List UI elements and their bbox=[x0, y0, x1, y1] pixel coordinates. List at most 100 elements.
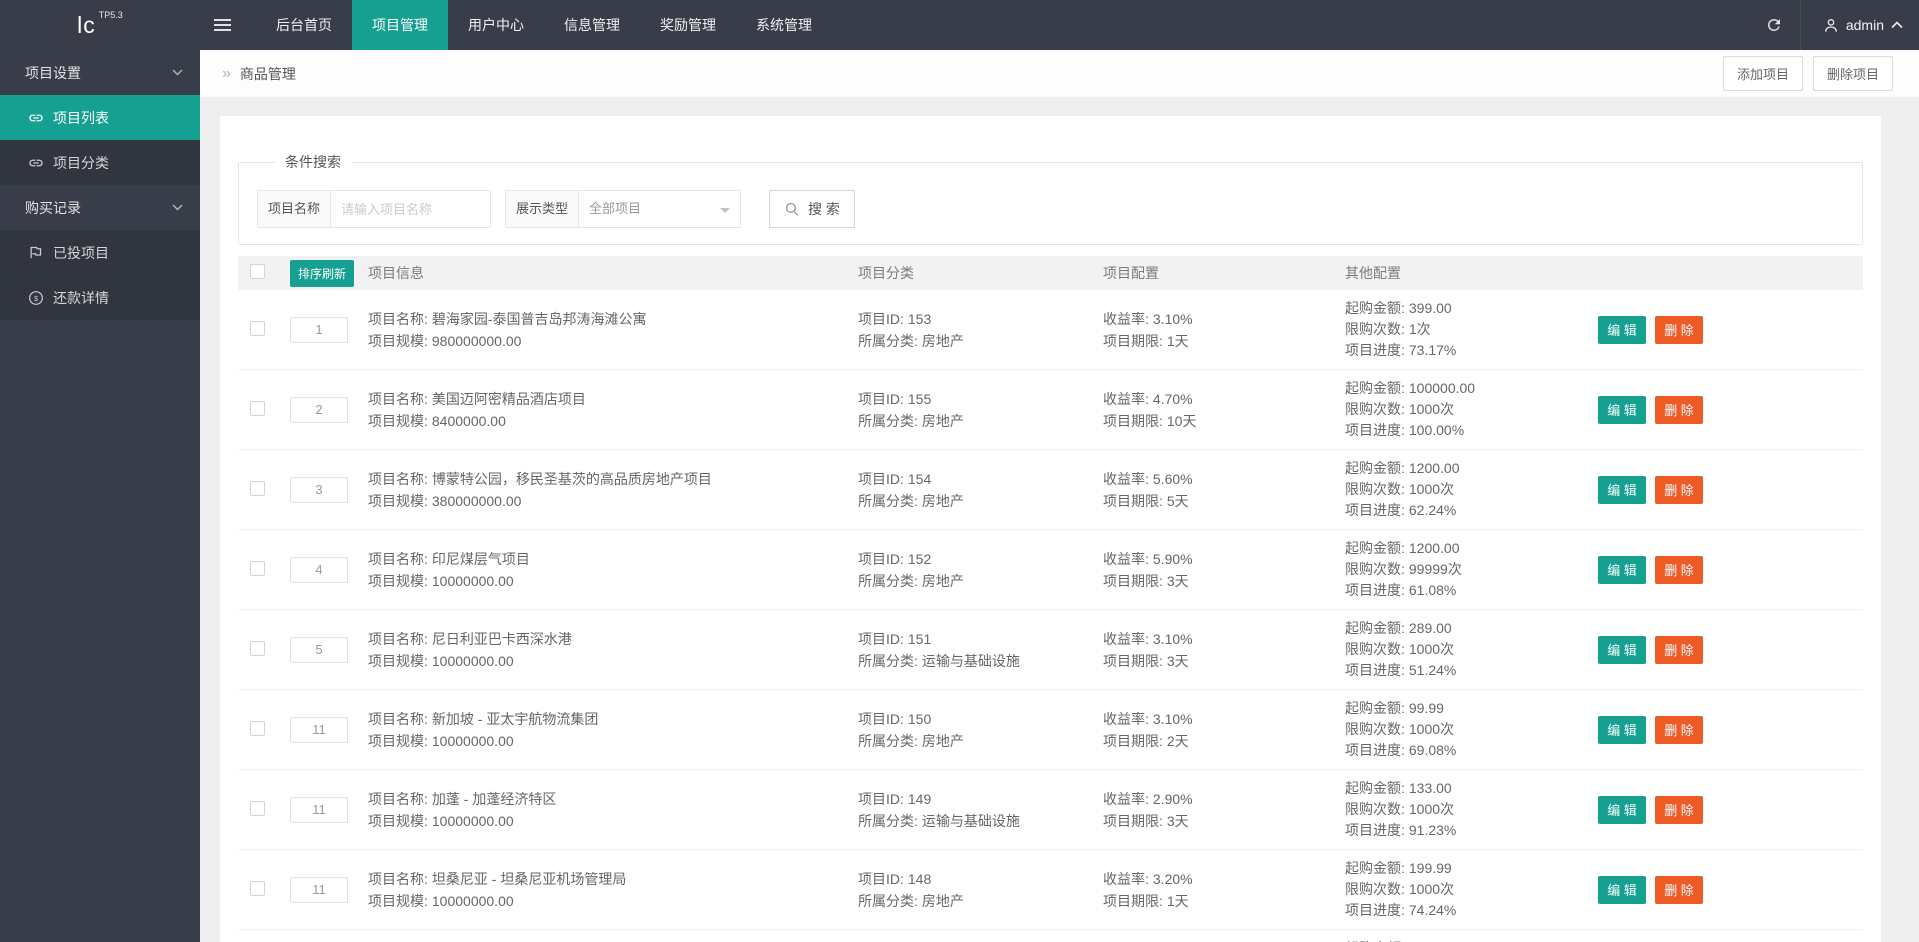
delete-project-button[interactable]: 删除项目 bbox=[1812, 56, 1893, 91]
dollar-circle-icon: $ bbox=[27, 289, 44, 306]
row-checkbox[interactable] bbox=[250, 880, 265, 896]
progress-label: 项目进度: bbox=[1345, 742, 1405, 758]
delete-button[interactable]: 删 除 bbox=[1655, 395, 1703, 424]
rate-value: 4.70% bbox=[1152, 390, 1193, 407]
edit-button[interactable]: 编 辑 bbox=[1598, 555, 1646, 584]
min-amount-label: 起购金额: bbox=[1345, 620, 1405, 636]
project-scale-label: 项目规模: bbox=[368, 652, 428, 669]
edit-button[interactable]: 编 辑 bbox=[1598, 475, 1646, 504]
table-body: 1 项目名称: 碧海家园-泰国普吉岛邦涛海滩公寓 项目规模: 980000000.0… bbox=[238, 290, 1863, 942]
project-category-cell: 项目ID: 155 所属分类: 房地产 bbox=[848, 388, 1093, 432]
row-actions: 编 辑 删 除 bbox=[1580, 875, 1863, 904]
sidebar-item-label: 项目列表 bbox=[53, 109, 109, 126]
row-checkbox[interactable] bbox=[250, 480, 265, 496]
sort-order-input[interactable]: 3 bbox=[290, 476, 348, 503]
nav-item-project-management[interactable]: 项目管理 bbox=[352, 0, 448, 50]
search-button[interactable]: 搜 索 bbox=[769, 190, 855, 228]
delete-button[interactable]: 删 除 bbox=[1655, 715, 1703, 744]
sidebar-group-purchase-records[interactable]: 购买记录 bbox=[0, 185, 200, 230]
sort-order-input[interactable]: 1 bbox=[290, 316, 348, 343]
row-checkbox[interactable] bbox=[250, 560, 265, 576]
row-checkbox[interactable] bbox=[250, 400, 265, 416]
rate-label: 收益率: bbox=[1103, 870, 1149, 887]
row-checkbox[interactable] bbox=[250, 640, 265, 656]
project-name-value: 加蓬 - 加蓬经济特区 bbox=[431, 790, 557, 807]
project-category-value: 房地产 bbox=[921, 572, 964, 589]
username: admin bbox=[1845, 17, 1884, 33]
project-name-input[interactable] bbox=[331, 190, 492, 228]
progress-label: 项目进度: bbox=[1345, 342, 1405, 358]
nav-item-reward-management[interactable]: 奖励管理 bbox=[640, 0, 736, 50]
min-amount-label: 起购金额: bbox=[1345, 700, 1405, 716]
user-menu[interactable]: admin bbox=[1801, 17, 1919, 33]
sort-order-input[interactable]: 11 bbox=[290, 716, 348, 743]
refresh-button[interactable] bbox=[1748, 0, 1800, 50]
min-amount-label: 起购金额: bbox=[1345, 780, 1405, 796]
delete-button[interactable]: 删 除 bbox=[1655, 795, 1703, 824]
refresh-icon bbox=[1767, 19, 1780, 31]
delete-button[interactable]: 删 除 bbox=[1655, 875, 1703, 904]
nav-item-system-management[interactable]: 系统管理 bbox=[736, 0, 832, 50]
delete-button[interactable]: 删 除 bbox=[1655, 555, 1703, 584]
other-config-cell: 起购金额: 133.00 限购次数: 1000次 项目进度: 91.23% bbox=[1335, 778, 1580, 841]
row-checkbox[interactable] bbox=[250, 320, 265, 336]
sidebar-item-repayment-details[interactable]: $ 还款详情 bbox=[0, 275, 200, 320]
project-category-cell: 项目ID: 152 所属分类: 房地产 bbox=[848, 548, 1093, 592]
sidebar-item-project-category[interactable]: 项目分类 bbox=[0, 140, 200, 185]
edit-button[interactable]: 编 辑 bbox=[1598, 795, 1646, 824]
project-scale-label: 项目规模: bbox=[368, 892, 428, 909]
project-scale-value: 8400000.00 bbox=[431, 412, 506, 429]
logo-text: lc bbox=[77, 11, 96, 38]
sort-refresh-button[interactable]: 排序刷新 bbox=[290, 259, 355, 287]
nav-item-info-management[interactable]: 信息管理 bbox=[544, 0, 640, 50]
rate-label: 收益率: bbox=[1103, 630, 1149, 647]
link-icon bbox=[27, 154, 44, 171]
edit-button[interactable]: 编 辑 bbox=[1598, 715, 1646, 744]
sidebar-item-project-list[interactable]: 项目列表 bbox=[0, 95, 200, 140]
table-row: 1 项目名称: 碧海家园-泰国普吉岛邦涛海滩公寓 项目规模: 980000000.0… bbox=[238, 290, 1863, 370]
sort-order-input[interactable]: 2 bbox=[290, 396, 348, 423]
nav-item-user-center[interactable]: 用户中心 bbox=[448, 0, 544, 50]
project-scale-value: 380000000.00 bbox=[431, 492, 522, 509]
row-checkbox[interactable] bbox=[250, 720, 265, 736]
project-name-value: 美国迈阿密精品酒店项目 bbox=[431, 390, 586, 407]
project-scale-value: 10000000.00 bbox=[431, 652, 514, 669]
other-config-cell: 起购金额:35995.00 限购次数: 项目进度: bbox=[1335, 938, 1580, 942]
project-category-value: 房地产 bbox=[921, 492, 964, 509]
edit-button[interactable]: 编 辑 bbox=[1598, 395, 1646, 424]
sidebar: 项目设置 项目列表 项目分类 购买记录 已投项目 $ 还款详情 bbox=[0, 50, 200, 942]
edit-button[interactable]: 编 辑 bbox=[1598, 315, 1646, 344]
min-amount-value: 1200.00 bbox=[1408, 460, 1460, 476]
row-checkbox[interactable] bbox=[250, 800, 265, 816]
delete-button[interactable]: 删 除 bbox=[1655, 635, 1703, 664]
select-all-checkbox[interactable] bbox=[250, 264, 265, 279]
row-actions: 编 辑 删 除 bbox=[1580, 715, 1863, 744]
display-type-select[interactable]: 全部项目 bbox=[579, 190, 742, 228]
rate-label: 收益率: bbox=[1103, 710, 1149, 727]
min-amount-value: 100000.00 bbox=[1408, 380, 1476, 396]
sidebar-item-invested-projects[interactable]: 已投项目 bbox=[0, 230, 200, 275]
table-row: 11 项目名称: 加蓬 - 加蓬经济特区 项目规模: 10000000.00 项目I… bbox=[238, 770, 1863, 850]
project-name-value: 碧海家园-泰国普吉岛邦涛海滩公寓 bbox=[431, 310, 647, 327]
search-panel-legend: 条件搜索 bbox=[285, 154, 341, 170]
edit-button[interactable]: 编 辑 bbox=[1598, 875, 1646, 904]
edit-button[interactable]: 编 辑 bbox=[1598, 635, 1646, 664]
sort-order-input[interactable]: 4 bbox=[290, 556, 348, 583]
sort-order-input[interactable]: 11 bbox=[290, 796, 348, 823]
sort-order-input[interactable]: 11 bbox=[290, 876, 348, 903]
add-project-button[interactable]: 添加项目 bbox=[1722, 56, 1803, 91]
chevron-down-icon bbox=[172, 69, 183, 76]
hamburger-menu-icon[interactable] bbox=[200, 0, 244, 50]
sidebar-group-project-settings[interactable]: 项目设置 bbox=[0, 50, 200, 95]
nav-item-home[interactable]: 后台首页 bbox=[256, 0, 352, 50]
table-row: 3 项目名称: 博蒙特公园，移民圣基茨的高品质房地产项目 项目规模: 3800000… bbox=[238, 450, 1863, 530]
delete-button[interactable]: 删 除 bbox=[1655, 315, 1703, 344]
min-amount-value: 289.00 bbox=[1408, 620, 1452, 636]
rate-value: 3.10% bbox=[1152, 630, 1193, 647]
purchase-limit-value: 1000次 bbox=[1408, 801, 1455, 817]
rate-label: 收益率: bbox=[1103, 390, 1149, 407]
delete-button[interactable]: 删 除 bbox=[1655, 475, 1703, 504]
project-category-value: 房地产 bbox=[921, 732, 964, 749]
progress-value: 74.24% bbox=[1408, 902, 1457, 918]
sort-order-input[interactable]: 5 bbox=[290, 636, 348, 663]
